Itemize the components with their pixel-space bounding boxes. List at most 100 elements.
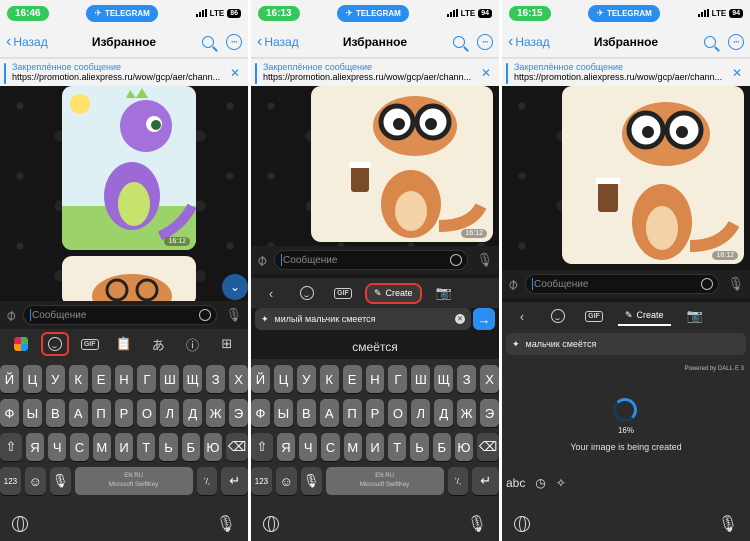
key[interactable]: Ш xyxy=(411,365,431,393)
dino-image-glasses[interactable]: 16:12 xyxy=(311,86,493,242)
create-button[interactable]: ✎ Create xyxy=(618,307,671,326)
key[interactable]: Н xyxy=(365,365,385,393)
key[interactable]: С xyxy=(70,433,89,461)
camera-icon[interactable]: 📷 xyxy=(683,306,707,326)
punctuation-key[interactable]: ʼ/, xyxy=(447,467,469,495)
dino-image-glasses[interactable]: 16:12 xyxy=(562,86,744,264)
key[interactable]: Д xyxy=(183,399,203,427)
mic-key-icon[interactable]: 🎙 xyxy=(300,467,322,495)
close-icon[interactable]: ✕ xyxy=(230,66,240,80)
key[interactable]: К xyxy=(319,365,339,393)
emoji-key-icon[interactable]: ☺ xyxy=(24,467,46,495)
sticker-icon[interactable] xyxy=(450,254,463,266)
key[interactable]: О xyxy=(137,399,157,427)
enter-icon[interactable]: ↵ xyxy=(472,467,499,495)
key[interactable]: И xyxy=(114,433,134,461)
key[interactable]: Ж xyxy=(206,399,226,427)
key[interactable]: Ч xyxy=(299,433,318,461)
key[interactable]: Т xyxy=(388,433,407,461)
send-button[interactable]: → xyxy=(473,308,495,330)
key[interactable]: М xyxy=(92,433,111,461)
key[interactable]: Ч xyxy=(48,433,67,461)
pinned-message[interactable]: Закреплённое сообщение https://promotion… xyxy=(502,58,750,86)
key[interactable]: П xyxy=(91,399,111,427)
key[interactable]: З xyxy=(206,365,226,393)
scroll-down-button[interactable]: ⌄ xyxy=(222,274,248,300)
attach-icon[interactable]: ⌀ xyxy=(252,250,271,270)
emoji-button[interactable] xyxy=(546,306,570,326)
mic-icon[interactable]: 🎙 xyxy=(225,307,242,323)
key[interactable]: Ь xyxy=(410,433,429,461)
camera-icon[interactable]: 📷 xyxy=(432,283,456,303)
key[interactable]: Э xyxy=(480,399,499,427)
key[interactable]: Е xyxy=(342,365,362,393)
clear-icon[interactable]: ✕ xyxy=(455,314,465,324)
gif-button[interactable]: GIF xyxy=(78,334,102,354)
key[interactable]: С xyxy=(321,433,340,461)
telegram-pill[interactable]: ✈ TELEGRAM xyxy=(337,4,409,22)
pinned-message[interactable]: Закреплённое сообщение https://promotion… xyxy=(251,58,499,86)
dino-image-preview[interactable] xyxy=(62,256,196,306)
telegram-pill[interactable]: ✈ TELEGRAM xyxy=(86,4,158,22)
message-input[interactable]: Сообщение xyxy=(23,305,218,325)
key[interactable]: О xyxy=(388,399,408,427)
backspace-icon[interactable]: ⌫ xyxy=(226,433,248,461)
key[interactable]: И xyxy=(365,433,385,461)
key[interactable]: Ц xyxy=(22,365,42,393)
enter-icon[interactable]: ↵ xyxy=(221,467,248,495)
emoji-button[interactable] xyxy=(41,332,70,356)
key[interactable]: Я xyxy=(276,433,296,461)
sticker-icon[interactable] xyxy=(199,309,212,321)
key[interactable]: Ф xyxy=(251,399,270,427)
key[interactable]: В xyxy=(45,399,65,427)
dalle-prompt-display[interactable]: ✦ мальчик смеётся xyxy=(506,333,746,355)
history-icon[interactable]: ◷ xyxy=(535,476,545,490)
key[interactable]: Л xyxy=(411,399,431,427)
key[interactable]: Л xyxy=(160,399,180,427)
attach-icon[interactable]: ⌀ xyxy=(1,305,20,325)
key[interactable]: У xyxy=(296,365,316,393)
mic-icon[interactable]: 🎙 xyxy=(727,276,744,292)
key[interactable]: Р xyxy=(114,399,134,427)
key[interactable]: Ф xyxy=(0,399,19,427)
more-icon[interactable]: ··· xyxy=(728,33,744,50)
space-bar[interactable]: EN RU Microsoft SwiftKey xyxy=(74,467,193,495)
key[interactable]: А xyxy=(319,399,339,427)
key[interactable]: Ж xyxy=(457,399,477,427)
toolbar-back-icon[interactable]: ‹ xyxy=(259,283,283,303)
abc-button[interactable]: abc xyxy=(506,476,525,490)
key[interactable]: Д xyxy=(434,399,454,427)
mic-key-icon[interactable]: 🎙 xyxy=(49,467,71,495)
emoji-key-icon[interactable]: ☺ xyxy=(275,467,297,495)
grid-icon[interactable]: ⊞ xyxy=(215,334,239,354)
key[interactable]: Б xyxy=(432,433,451,461)
gif-button[interactable]: GIF xyxy=(582,306,606,326)
key[interactable]: У xyxy=(45,365,65,393)
key[interactable]: Р xyxy=(365,399,385,427)
key[interactable]: П xyxy=(342,399,362,427)
search-icon[interactable] xyxy=(704,35,716,48)
close-icon[interactable]: ✕ xyxy=(732,66,742,80)
key[interactable]: Е xyxy=(91,365,111,393)
clipboard-icon[interactable]: 📋 xyxy=(112,334,136,354)
emoji-button[interactable] xyxy=(295,283,319,303)
globe-icon[interactable] xyxy=(263,516,279,532)
key[interactable]: Й xyxy=(251,365,270,393)
key[interactable]: Х xyxy=(480,365,499,393)
back-button[interactable]: ‹ Назад xyxy=(257,33,299,49)
key[interactable]: М xyxy=(343,433,362,461)
key[interactable]: Т xyxy=(137,433,156,461)
search-icon[interactable] xyxy=(453,35,465,48)
copilot-icon[interactable] xyxy=(9,334,33,354)
key[interactable]: Щ xyxy=(434,365,454,393)
dictation-mic-icon[interactable]: 🎙 xyxy=(718,514,738,534)
globe-icon[interactable] xyxy=(514,516,530,532)
create-button[interactable]: ✎ Create xyxy=(365,282,422,304)
dictation-mic-icon[interactable]: 🎙 xyxy=(467,514,487,534)
key[interactable]: Й xyxy=(0,365,19,393)
sticker-icon[interactable] xyxy=(701,278,714,290)
punctuation-key[interactable]: ʼ/, xyxy=(196,467,218,495)
key[interactable]: Г xyxy=(137,365,157,393)
dalle-prompt-input[interactable]: ✦ милый мальчик смеется ✕ xyxy=(255,308,471,330)
dictation-mic-icon[interactable]: 🎙 xyxy=(216,514,236,534)
